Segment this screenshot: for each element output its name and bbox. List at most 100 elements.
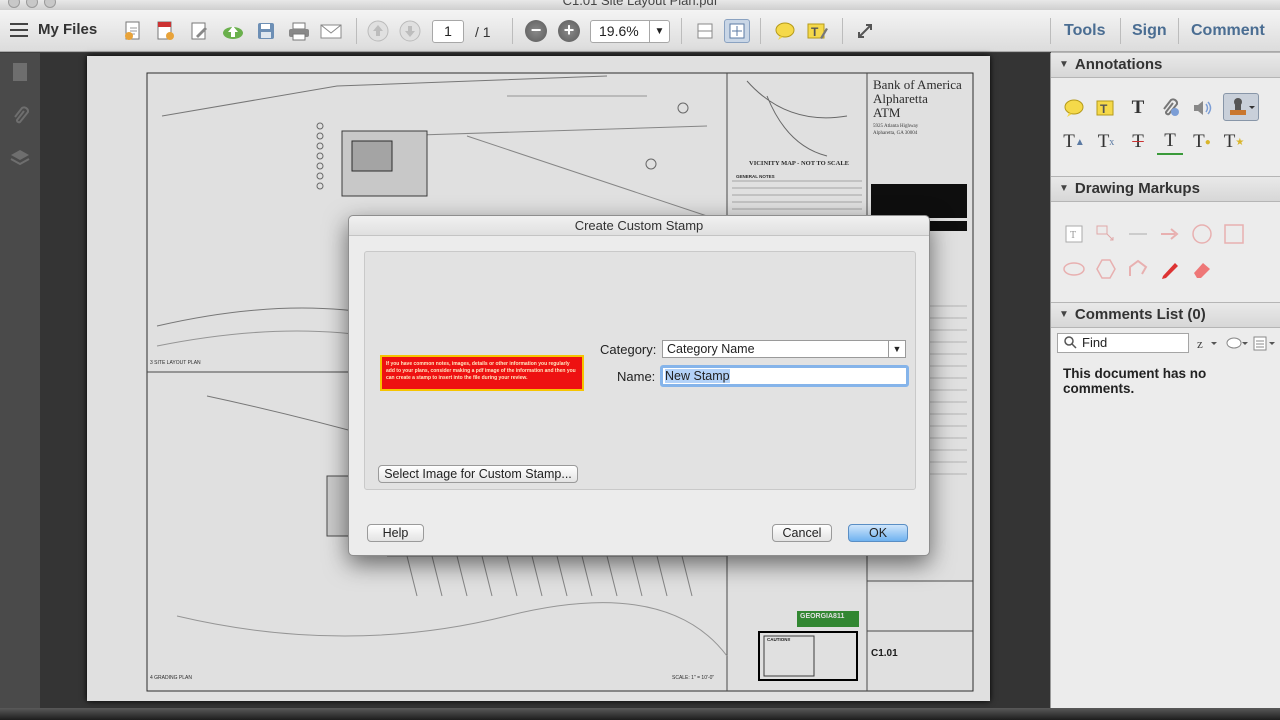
rectangle-tool-icon[interactable] — [1221, 221, 1247, 247]
chevron-down-icon[interactable]: ▼ — [649, 21, 669, 42]
connected-lines-tool-icon[interactable] — [1125, 256, 1151, 282]
attachments-icon[interactable] — [9, 105, 31, 127]
email-icon[interactable] — [318, 19, 344, 43]
find-comments-input[interactable]: Find — [1057, 333, 1189, 353]
fit-width-icon[interactable] — [692, 19, 718, 43]
edit-pdf-icon[interactable] — [186, 19, 212, 43]
window-title: C1.01 Site Layout Plan.pdf — [562, 0, 718, 8]
drawing-markups-title: Drawing Markups — [1074, 180, 1200, 197]
drawing-markups-section-header[interactable]: ▼ Drawing Markups — [1051, 176, 1280, 202]
category-select[interactable]: Category Name ▼ — [662, 340, 906, 358]
annotations-section-header[interactable]: ▼ Annotations — [1051, 52, 1280, 78]
stamp-name-input[interactable]: New Stamp — [660, 365, 909, 387]
disclosure-triangle-icon: ▼ — [1059, 309, 1069, 320]
toolbar-separator — [356, 18, 357, 44]
name-label: Name: — [617, 369, 656, 384]
svg-text:T: T — [1070, 230, 1076, 241]
pages-panel-icon[interactable] — [9, 61, 31, 83]
page-total: / 1 — [475, 24, 491, 40]
layers-icon[interactable] — [9, 147, 31, 169]
help-button[interactable]: Help — [367, 524, 424, 542]
my-files-button[interactable]: My Files — [10, 21, 97, 38]
text-callout-tool-icon[interactable]: T ★ — [1221, 129, 1247, 155]
toolbar-separator — [681, 18, 682, 44]
category-label: Category: — [600, 342, 657, 357]
page-up-icon[interactable] — [366, 19, 390, 43]
ok-button[interactable]: OK — [848, 524, 908, 542]
sticky-note-icon[interactable] — [772, 19, 798, 43]
comments-list-section-header[interactable]: ▼ Comments List (0) — [1051, 302, 1280, 328]
cloud-tool-icon[interactable] — [1061, 256, 1087, 282]
add-note-to-text-tool-icon[interactable]: T ● — [1189, 129, 1215, 155]
svg-text:T: T — [811, 25, 819, 39]
chevron-down-icon[interactable]: ▼ — [888, 341, 905, 357]
annotations-title: Annotations — [1074, 56, 1163, 73]
stamp-name-value: New Stamp — [665, 369, 730, 383]
underline-tool-icon[interactable]: T — [1157, 129, 1183, 155]
add-stamp-tool-icon[interactable] — [1223, 93, 1259, 121]
upload-cloud-icon[interactable] — [220, 19, 246, 43]
create-pdf-icon[interactable] — [120, 19, 146, 43]
comment-pane: ▼ Annotations T T T ▲ Tx T T T ● T ★ ▼ Drawin… — [1050, 52, 1280, 720]
stamp-preview-image: If you have common notes, images, detail… — [380, 355, 584, 391]
toolbar-separator — [1178, 18, 1179, 44]
no-comments-message: This document has no comments. — [1063, 366, 1207, 396]
insert-text-tool-icon[interactable]: T ▲ — [1061, 129, 1087, 155]
pencil-tool-icon[interactable] — [1157, 256, 1183, 282]
sort-comments-icon[interactable]: z — [1195, 331, 1219, 357]
filter-comments-icon[interactable] — [1225, 331, 1249, 357]
fit-page-icon[interactable] — [724, 19, 750, 43]
find-placeholder: Find — [1082, 335, 1108, 350]
print-icon[interactable] — [286, 19, 312, 43]
tools-pane-button[interactable]: Tools — [1064, 22, 1105, 40]
toolbar-separator — [760, 18, 761, 44]
zoom-in-icon[interactable]: + — [558, 20, 580, 42]
polygon-tool-icon[interactable] — [1093, 256, 1119, 282]
create-custom-stamp-dialog: Create Custom Stamp If you have common n… — [348, 215, 930, 556]
callout-tool-icon[interactable] — [1093, 221, 1119, 247]
toolbar-separator — [1050, 18, 1051, 44]
line-tool-icon[interactable] — [1125, 221, 1151, 247]
cancel-button[interactable]: Cancel — [772, 524, 832, 542]
comments-list-title: Comments List (0) — [1074, 306, 1206, 323]
page-number-input[interactable]: 1 — [432, 20, 464, 43]
toolbar-separator — [1120, 18, 1121, 44]
oval-tool-icon[interactable] — [1189, 221, 1215, 247]
sign-pane-button[interactable]: Sign — [1132, 22, 1167, 40]
svg-text:z: z — [1197, 336, 1203, 351]
main-toolbar: My Files 1 / 1 − + 19.6% ▼ T Tools Sign … — [0, 10, 1280, 52]
arrow-tool-icon[interactable] — [1157, 221, 1183, 247]
add-text-tool-icon[interactable]: T — [1125, 95, 1151, 121]
dock — [0, 708, 1280, 720]
sticky-note-tool-icon[interactable] — [1061, 95, 1087, 121]
category-value: Category Name — [667, 342, 755, 356]
highlight-text-tool-icon[interactable]: T — [1093, 95, 1119, 121]
disclosure-triangle-icon: ▼ — [1059, 183, 1069, 194]
page-down-icon[interactable] — [398, 19, 422, 43]
comments-options-icon[interactable] — [1253, 331, 1277, 357]
text-box-tool-icon[interactable]: T — [1061, 221, 1087, 247]
stamp-settings-group: If you have common notes, images, detail… — [364, 251, 916, 490]
zoom-level-value: 19.6% — [599, 23, 639, 39]
svg-text:T: T — [1100, 102, 1108, 116]
search-icon — [1063, 335, 1077, 354]
menu-icon — [10, 22, 28, 37]
zoom-out-icon[interactable]: − — [525, 20, 547, 42]
replace-text-tool-icon[interactable]: Tx — [1093, 129, 1119, 155]
navigation-rail — [0, 53, 40, 720]
export-pdf-icon[interactable] — [152, 19, 178, 43]
zoom-level-select[interactable]: 19.6% ▼ — [590, 20, 670, 43]
strikethrough-tool-icon[interactable]: T — [1125, 129, 1151, 155]
comment-pane-button[interactable]: Comment — [1191, 22, 1265, 40]
save-icon[interactable] — [254, 19, 278, 43]
toolbar-separator — [512, 18, 513, 44]
full-screen-icon[interactable] — [852, 19, 878, 43]
eraser-tool-icon[interactable] — [1189, 256, 1215, 282]
dialog-title: Create Custom Stamp — [349, 216, 929, 236]
record-audio-tool-icon[interactable] — [1189, 95, 1215, 121]
select-image-button[interactable]: Select Image for Custom Stamp... — [378, 465, 578, 483]
attach-file-tool-icon[interactable] — [1157, 95, 1183, 121]
disclosure-triangle-icon: ▼ — [1059, 59, 1069, 70]
highlight-icon[interactable]: T — [804, 19, 830, 43]
window-title-bar: C1.01 Site Layout Plan.pdf — [0, 0, 1280, 10]
